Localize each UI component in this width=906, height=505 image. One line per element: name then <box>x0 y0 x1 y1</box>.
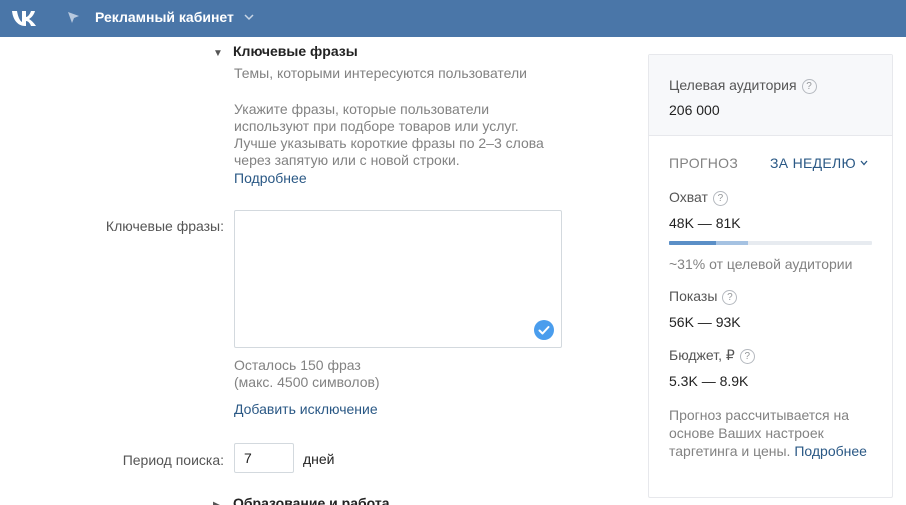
forecast-note: Прогноз рассчитывается на основе Ваших н… <box>669 406 879 460</box>
chevron-down-icon <box>860 160 868 166</box>
target-audience-block: Целевая аудитория? 206 000 <box>649 55 892 136</box>
search-period-label: Период поиска: <box>122 452 224 468</box>
keywords-section-toggle[interactable]: ▼ Ключевые фразы <box>213 43 358 59</box>
forecast-more-link[interactable]: Подробнее <box>794 443 867 459</box>
more-link[interactable]: Подробнее <box>234 170 307 186</box>
impressions-label: Показы <box>669 288 718 304</box>
reach-bar-low <box>669 241 716 245</box>
target-audience-label: Целевая аудитория <box>669 77 797 93</box>
education-section-toggle[interactable]: ▶Образование и работа <box>213 495 389 505</box>
budget-label-row: Бюджет, ₽? <box>669 347 755 364</box>
period-select-label: ЗА НЕДЕЛЮ <box>770 155 856 171</box>
section-title: Ключевые фразы <box>233 43 358 59</box>
triangle-right-icon: ▶ <box>213 500 233 505</box>
keywords-field-label: Ключевые фразы: <box>105 218 224 234</box>
keywords-description: Укажите фразы, которые пользователи испо… <box>234 101 544 168</box>
impressions-value: 56K — 93K <box>669 314 741 330</box>
chevron-down-icon[interactable] <box>244 13 254 21</box>
budget-value: 5.3K — 8.9K <box>669 373 749 389</box>
triangle-down-icon: ▼ <box>213 48 223 59</box>
max-characters: (макс. 4500 символов) <box>234 374 380 390</box>
budget-label: Бюджет, ₽ <box>669 347 735 363</box>
phrases-remaining: Осталось 150 фраз <box>234 357 361 373</box>
ad-cabinet-title[interactable]: Рекламный кабинет <box>95 9 234 25</box>
reach-percent: ~31% от целевой аудитории <box>669 256 853 272</box>
flag-icon[interactable] <box>66 9 82 25</box>
question-icon[interactable]: ? <box>712 191 728 206</box>
question-icon[interactable]: ? <box>801 79 817 94</box>
checkmark-icon <box>534 320 554 340</box>
add-exclusion-link[interactable]: Добавить исключение <box>234 401 378 417</box>
target-audience-label-row: Целевая аудитория? <box>669 77 817 94</box>
target-audience-value: 206 000 <box>669 102 720 118</box>
question-icon[interactable]: ? <box>722 290 738 305</box>
audience-forecast-panel: Целевая аудитория? 206 000 ПРОГНОЗ ЗА НЕ… <box>648 54 893 498</box>
section-subtitle: Темы, которыми интересуются пользователи <box>234 65 527 81</box>
keywords-textarea[interactable] <box>234 210 562 348</box>
question-icon[interactable]: ? <box>739 349 755 364</box>
vk-logo[interactable] <box>10 6 40 30</box>
reach-progress-bar <box>669 241 872 245</box>
reach-label: Охват <box>669 189 708 205</box>
top-header: Рекламный кабинет <box>0 0 906 37</box>
impressions-label-row: Показы? <box>669 288 738 305</box>
days-unit: дней <box>303 451 335 467</box>
forecast-label: ПРОГНОЗ <box>669 155 739 171</box>
section-title: Образование и работа <box>233 495 390 505</box>
search-period-input[interactable] <box>234 443 294 473</box>
reach-label-row: Охват? <box>669 189 728 206</box>
period-select[interactable]: ЗА НЕДЕЛЮ <box>770 155 868 171</box>
reach-value: 48K — 81K <box>669 215 741 231</box>
